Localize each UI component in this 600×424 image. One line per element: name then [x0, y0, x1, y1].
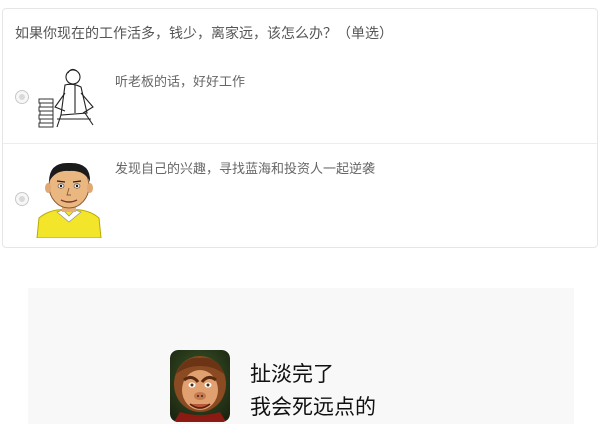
- meme-caption: 扯淡完了 我会死远点的: [250, 358, 376, 424]
- meme-caption-line-2: 我会死远点的: [250, 395, 376, 419]
- sketch-worker-image: [35, 63, 103, 131]
- radio-button[interactable]: [15, 192, 29, 206]
- meme-caption-line-1: 扯淡完了: [250, 362, 334, 386]
- poll-option-1[interactable]: 听老板的话，好好工作: [3, 53, 597, 143]
- radio-button[interactable]: [15, 90, 29, 104]
- poll-option-2[interactable]: 发现自己的兴趣，寻找蓝海和投资人一起逆袭: [3, 143, 597, 249]
- option-label: 听老板的话，好好工作: [115, 75, 246, 90]
- cartoon-man-yellow-sweater-image: [35, 158, 103, 238]
- option-label: 发现自己的兴趣，寻找蓝海和投资人一起逆袭: [115, 162, 376, 177]
- monkey-king-image: [170, 350, 230, 422]
- poll-card: 如果你现在的工作活多，钱少，离家远，该怎么办？（单选） 听老板的话，好好工作 发…: [2, 8, 598, 248]
- poll-question: 如果你现在的工作活多，钱少，离家远，该怎么办？（单选）: [15, 26, 393, 42]
- meme-panel: 扯淡完了 我会死远点的: [28, 288, 574, 424]
